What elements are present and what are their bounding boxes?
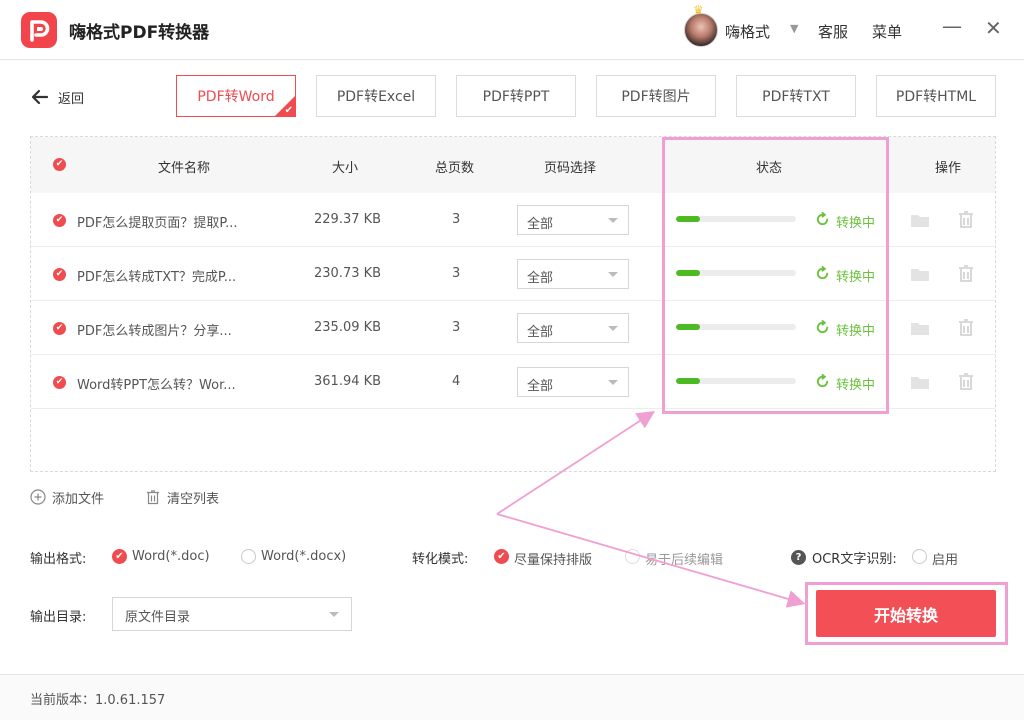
file-name: PDF怎么转成TXT？完成P... bbox=[77, 270, 237, 285]
chevron-down-icon bbox=[608, 326, 618, 331]
app-title: 嗨格式PDF转换器 bbox=[69, 23, 210, 43]
folder-icon[interactable] bbox=[910, 212, 930, 228]
crown-icon: ♛ bbox=[693, 3, 704, 17]
format-docx-label[interactable]: Word(*.docx) bbox=[261, 549, 346, 564]
chevron-down-icon bbox=[608, 218, 618, 223]
version-text: 当前版本：1.0.61.157 bbox=[30, 693, 166, 708]
tab-pdf-to-txt[interactable]: PDF转TXT bbox=[736, 75, 856, 117]
page-count: 3 bbox=[452, 212, 461, 227]
chevron-down-icon bbox=[608, 380, 618, 385]
add-file-button[interactable]: 添加文件 bbox=[30, 488, 105, 507]
ocr-label: OCR文字识别: bbox=[812, 552, 897, 567]
tab-pdf-to-image[interactable]: PDF转图片 bbox=[596, 75, 716, 117]
page-range-value: 全部 bbox=[527, 271, 554, 286]
trash-icon bbox=[147, 490, 159, 505]
row-checkbox[interactable]: ✔ bbox=[53, 376, 66, 389]
close-icon[interactable]: ✕ bbox=[985, 16, 1002, 40]
file-name: PDF怎么转成图片？分享... bbox=[77, 324, 232, 339]
format-docx-radio[interactable] bbox=[241, 549, 256, 564]
add-file-label: 添加文件 bbox=[52, 491, 105, 507]
tab-label: PDF转Word bbox=[197, 89, 275, 105]
page-range-select[interactable]: 全部 bbox=[517, 259, 629, 289]
page-range-select[interactable]: 全部 bbox=[517, 367, 629, 397]
format-doc-label[interactable]: Word(*.doc) bbox=[132, 549, 210, 564]
page-count: 3 bbox=[452, 320, 461, 335]
plus-circle-icon bbox=[30, 489, 46, 505]
output-dir-value: 原文件目录 bbox=[125, 610, 191, 625]
header-page-range: 页码选择 bbox=[544, 161, 597, 176]
tab-label: PDF转PPT bbox=[482, 89, 550, 105]
status-highlight-box bbox=[662, 137, 889, 414]
button-highlight-box bbox=[805, 582, 1008, 645]
trash-icon[interactable] bbox=[958, 210, 974, 229]
folder-icon[interactable] bbox=[910, 374, 930, 390]
folder-icon[interactable] bbox=[910, 320, 930, 336]
file-name: PDF怎么提取页面？提取P... bbox=[77, 216, 238, 231]
chevron-down-icon bbox=[608, 272, 618, 277]
mode-editable-radio[interactable] bbox=[625, 549, 640, 564]
menu-button[interactable]: 菜单 bbox=[872, 21, 902, 42]
tab-pdf-to-html[interactable]: PDF转HTML bbox=[876, 75, 996, 117]
user-avatar[interactable] bbox=[684, 13, 718, 47]
tab-label: PDF转HTML bbox=[895, 89, 977, 105]
file-size: 235.09 KB bbox=[314, 320, 382, 335]
back-button[interactable]: 返回 bbox=[30, 86, 84, 108]
tab-pdf-to-ppt[interactable]: PDF转PPT bbox=[456, 75, 576, 117]
trash-icon[interactable] bbox=[958, 372, 974, 391]
ocr-enable-label[interactable]: 启用 bbox=[932, 549, 958, 568]
title-bar: 嗨格式PDF转换器 ♛ 嗨格式 ▼ 客服 菜单 — ✕ bbox=[0, 0, 1024, 60]
tab-label: PDF转TXT bbox=[762, 89, 830, 105]
select-all-checkbox[interactable]: ✔ bbox=[53, 158, 66, 171]
page-count: 4 bbox=[452, 374, 461, 389]
chevron-down-icon bbox=[329, 612, 339, 617]
file-size: 361.94 KB bbox=[314, 374, 382, 389]
file-size: 229.37 KB bbox=[314, 212, 382, 227]
trash-icon[interactable] bbox=[958, 318, 974, 337]
header-size: 大小 bbox=[332, 161, 359, 176]
check-icon: ✔ bbox=[284, 105, 293, 116]
header-pages: 总页数 bbox=[435, 161, 475, 176]
help-icon[interactable]: ? bbox=[791, 550, 806, 565]
minimize-icon[interactable]: — bbox=[942, 14, 962, 38]
output-format-label: 输出格式: bbox=[30, 552, 87, 567]
clear-list-button[interactable]: 清空列表 bbox=[145, 488, 220, 507]
tab-pdf-to-excel[interactable]: PDF转Excel bbox=[316, 75, 436, 117]
trash-icon[interactable] bbox=[958, 264, 974, 283]
row-checkbox[interactable]: ✔ bbox=[53, 268, 66, 281]
arrow-left-icon bbox=[31, 89, 49, 105]
tab-pdf-to-word[interactable]: PDF转Word ✔ bbox=[176, 75, 296, 117]
output-dir-select[interactable]: 原文件目录 bbox=[112, 597, 352, 631]
page-range-value: 全部 bbox=[527, 217, 554, 232]
page-range-select[interactable]: 全部 bbox=[517, 313, 629, 343]
footer: 当前版本：1.0.61.157 bbox=[0, 674, 1024, 720]
page-range-value: 全部 bbox=[527, 325, 554, 340]
tab-label: PDF转图片 bbox=[621, 89, 691, 105]
file-name: Word转PPT怎么转？Wor... bbox=[77, 378, 236, 393]
customer-service-link[interactable]: 客服 bbox=[818, 21, 848, 42]
mode-editable-label[interactable]: 易于后续编辑 bbox=[645, 549, 723, 568]
row-checkbox[interactable]: ✔ bbox=[53, 322, 66, 335]
header-file-name: 文件名称 bbox=[158, 161, 211, 176]
page-count: 3 bbox=[452, 266, 461, 281]
chevron-down-icon[interactable]: ▼ bbox=[790, 22, 798, 35]
tab-label: PDF转Excel bbox=[336, 89, 416, 105]
mode-keep-layout-label[interactable]: 尽量保持排版 bbox=[514, 549, 592, 568]
ocr-enable-radio[interactable] bbox=[912, 549, 927, 564]
output-dir-label: 输出目录: bbox=[30, 610, 87, 625]
conversion-mode-label: 转化模式: bbox=[412, 552, 469, 567]
header-actions: 操作 bbox=[935, 161, 962, 176]
row-checkbox[interactable]: ✔ bbox=[53, 214, 66, 227]
back-label: 返回 bbox=[58, 91, 85, 107]
page-range-select[interactable]: 全部 bbox=[517, 205, 629, 235]
folder-icon[interactable] bbox=[910, 266, 930, 282]
file-size: 230.73 KB bbox=[314, 266, 382, 281]
clear-list-label: 清空列表 bbox=[167, 491, 220, 507]
page-range-value: 全部 bbox=[527, 379, 554, 394]
app-logo-icon bbox=[21, 12, 57, 48]
user-name[interactable]: 嗨格式 bbox=[725, 21, 770, 42]
mode-keep-layout-radio[interactable]: ✔ bbox=[494, 549, 509, 564]
format-doc-radio[interactable]: ✔ bbox=[112, 549, 127, 564]
